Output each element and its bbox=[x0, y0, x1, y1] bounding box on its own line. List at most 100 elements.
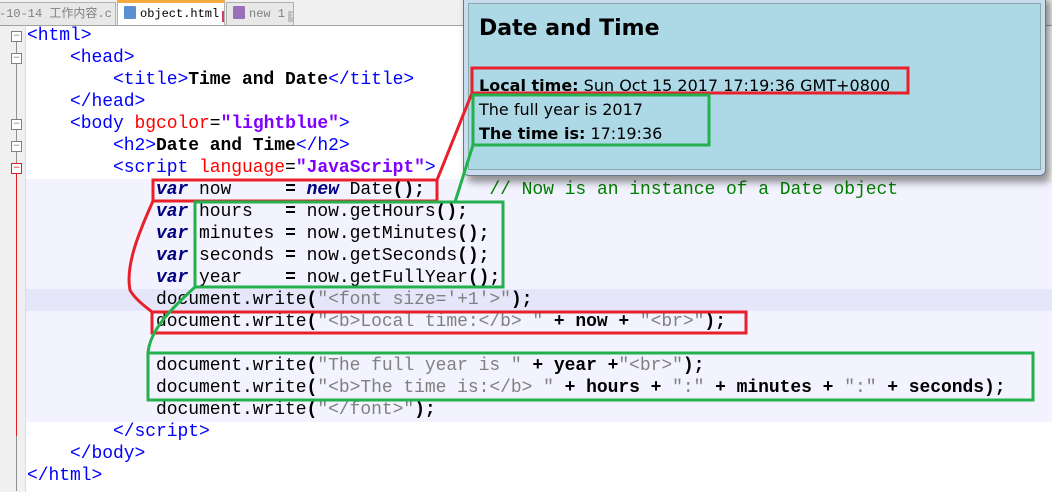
code-token: document.write bbox=[27, 356, 307, 376]
code-token: now.getSeconds bbox=[295, 246, 458, 266]
code-token: now.getFullYear bbox=[295, 268, 468, 288]
tab-label: object.html bbox=[140, 7, 220, 21]
code-line[interactable]: document.write("<b>Local time:</b> " + n… bbox=[27, 311, 726, 333]
fold-toggle-icon[interactable]: − bbox=[11, 141, 22, 152]
code-line[interactable]: </body> bbox=[27, 443, 145, 465]
code-token: ( bbox=[306, 356, 318, 376]
code-token: > bbox=[424, 158, 436, 178]
local-time-label: Local time: bbox=[479, 76, 579, 95]
code-token: = bbox=[285, 202, 296, 222]
code-line[interactable]: </head> bbox=[27, 91, 145, 113]
code-token: year bbox=[188, 268, 286, 288]
code-token: minutes bbox=[188, 224, 286, 244]
code-token: now.getMinutes bbox=[295, 224, 458, 244]
fold-toggle-icon[interactable]: − bbox=[11, 31, 22, 42]
code-token: ); bbox=[704, 312, 726, 332]
code-token: document.write bbox=[27, 290, 307, 310]
browser-preview-window: Date and Time Local time: Sun Oct 15 201… bbox=[463, 0, 1046, 176]
code-token: + now + bbox=[543, 312, 640, 332]
code-token: > bbox=[338, 114, 350, 134]
code-token: now.getHours bbox=[295, 202, 436, 222]
close-icon[interactable]: ✕ bbox=[288, 11, 293, 22]
code-token: = bbox=[285, 246, 296, 266]
code-token: ( bbox=[306, 400, 318, 420]
code-token: (); bbox=[435, 202, 468, 222]
code-line[interactable]: <html> bbox=[27, 25, 92, 47]
code-token: Date and Time bbox=[156, 136, 296, 156]
code-token: <title> bbox=[27, 70, 189, 90]
code-line[interactable]: document.write("<font size='+1'>"); bbox=[27, 289, 532, 311]
code-token: "<b>Local time:</b> " bbox=[317, 312, 544, 332]
code-token: </html> bbox=[27, 466, 103, 486]
code-token: ":" bbox=[672, 378, 705, 398]
code-line[interactable]: var seconds = now.getSeconds(); bbox=[27, 245, 489, 267]
code-token: var bbox=[156, 224, 189, 244]
tab-worklog[interactable]: -10-14 工作内容.c✕ bbox=[0, 2, 116, 25]
code-line[interactable]: var year = now.getFullYear(); bbox=[27, 267, 500, 289]
code-token: + minutes + bbox=[704, 378, 845, 398]
code-token: (); bbox=[392, 180, 425, 200]
code-token: = bbox=[285, 224, 296, 244]
save-icon bbox=[124, 6, 136, 19]
fold-toggle-icon[interactable]: − bbox=[11, 163, 22, 174]
preview-local-time: Local time: Sun Oct 15 2017 17:19:36 GMT… bbox=[479, 76, 890, 95]
code-token: now bbox=[188, 180, 286, 200]
code-token: new bbox=[306, 180, 339, 200]
preview-heading: Date and Time bbox=[479, 16, 660, 41]
tab-object-html[interactable]: object.html✕ bbox=[117, 0, 225, 25]
tab-label: new 1 bbox=[249, 7, 286, 21]
code-token: ); bbox=[682, 356, 705, 376]
code-token: hours bbox=[188, 202, 286, 222]
code-line[interactable]: document.write("<b>The time is:</b> " + … bbox=[27, 377, 1006, 399]
fold-line-active bbox=[16, 174, 17, 436]
code-token: <body bbox=[27, 114, 135, 134]
code-token: "</font>" bbox=[317, 400, 415, 420]
code-token: = bbox=[209, 114, 221, 134]
code-token: <script bbox=[27, 158, 200, 178]
code-line[interactable]: <h2>Date and Time</h2> bbox=[27, 135, 350, 157]
code-line[interactable]: <body bgcolor="lightblue"> bbox=[27, 113, 350, 135]
code-token: <head> bbox=[27, 48, 135, 68]
code-token: document.write bbox=[27, 378, 307, 398]
code-line[interactable]: </script> bbox=[27, 421, 210, 443]
code-line[interactable]: var minutes = now.getMinutes(); bbox=[27, 223, 489, 245]
code-token: var bbox=[156, 268, 189, 288]
code-line[interactable]: document.write("The full year is " + yea… bbox=[27, 355, 704, 377]
code-token: + seconds); bbox=[876, 378, 1006, 398]
code-token: </head> bbox=[27, 92, 146, 112]
code-token: Time and Date bbox=[188, 70, 329, 90]
fold-margin: − − − − − bbox=[0, 26, 26, 492]
tab-new-1[interactable]: new 1✕ bbox=[226, 2, 294, 25]
fold-toggle-icon[interactable]: − bbox=[11, 53, 22, 64]
code-token: "<br>" bbox=[618, 356, 683, 376]
code-line[interactable]: document.write("</font>"); bbox=[27, 399, 436, 421]
code-line[interactable]: var now = new Date(); // Now is an insta… bbox=[27, 179, 898, 201]
code-token: ); bbox=[510, 290, 533, 310]
fold-toggle-icon[interactable]: − bbox=[11, 119, 22, 130]
code-token: = bbox=[285, 180, 296, 200]
preview-time: The time is: 17:19:36 bbox=[479, 124, 662, 143]
code-token: </script> bbox=[27, 422, 210, 442]
code-line[interactable]: </html> bbox=[27, 465, 102, 487]
close-icon[interactable]: ✕ bbox=[222, 11, 224, 22]
code-token: document.write bbox=[27, 312, 307, 332]
code-token: ( bbox=[306, 290, 318, 310]
code-line[interactable]: var hours = now.getHours(); bbox=[27, 201, 468, 223]
code-line[interactable]: <head> bbox=[27, 47, 135, 69]
close-icon[interactable]: ✕ bbox=[114, 11, 115, 22]
code-token: "<font size='+1'>" bbox=[317, 290, 511, 310]
code-token: (); bbox=[457, 246, 490, 266]
time-value: 17:19:36 bbox=[585, 124, 663, 143]
code-line[interactable]: <title>Time and Date</title> bbox=[27, 69, 414, 91]
code-token: <html> bbox=[27, 26, 92, 46]
code-token: (); bbox=[457, 224, 490, 244]
tab-label: -10-14 工作内容.c bbox=[0, 7, 112, 21]
code-token: "<br>" bbox=[639, 312, 705, 332]
code-line[interactable]: <script language="JavaScript"> bbox=[27, 157, 436, 179]
